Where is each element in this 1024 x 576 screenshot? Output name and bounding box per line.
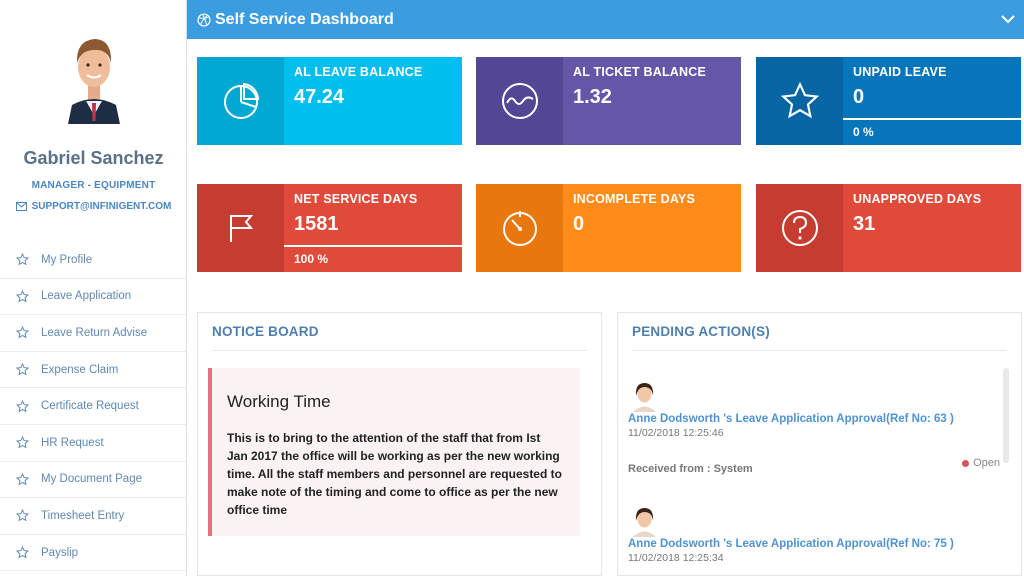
sidebar-item-label: Leave Application (41, 290, 132, 303)
star-icon (16, 289, 29, 303)
notice-item[interactable]: Working Time This is to bring to the att… (208, 368, 580, 536)
sidebar-item-label: Expense Claim (41, 363, 119, 376)
sidebar-item-label: Certificate Request (41, 400, 139, 413)
tile-value: 47.24 (294, 86, 345, 108)
sidebar-item-leave-return-advise[interactable]: Leave Return Advise (0, 315, 186, 352)
tile-value: 1581 (294, 213, 339, 235)
tile-net-service-days[interactable]: NET SERVICE DAYS 1581 100 % (197, 184, 462, 272)
user-email-text: SUPPORT@INFINIGENT.COM (31, 201, 172, 212)
sidebar-item-label: Timesheet Entry (41, 509, 125, 522)
tile-label: AL LEAVE BALANCE (294, 65, 423, 79)
notice-board-title: NOTICE BOARD (212, 324, 319, 339)
page-title: Self Service Dashboard (215, 10, 394, 28)
star-icon (16, 399, 29, 413)
star-icon (16, 436, 29, 449)
tile-value: 0 (573, 213, 585, 235)
tile-label: UNAPPROVED DAYS (853, 192, 982, 206)
pending-actions-panel: PENDING ACTION(S) Anne Dodsworth 's Leav… (617, 312, 1022, 576)
avatar (628, 504, 661, 537)
sidebar-item-label: My Document Page (41, 473, 142, 486)
star-icon (16, 472, 29, 486)
tile-icon-box (476, 57, 563, 145)
tile-value: 1.32 (573, 86, 612, 108)
sidebar-item-my-document-page[interactable]: My Document Page (0, 462, 186, 499)
star-outline-icon (780, 81, 819, 119)
scrollbar[interactable] (1003, 368, 1009, 463)
question-icon (781, 210, 818, 246)
tile-unapproved-days[interactable]: UNAPPROVED DAYS 31 (756, 184, 1021, 272)
divider (212, 350, 587, 351)
user-name: Gabriel Sanchez (23, 148, 164, 168)
tile-value: 31 (853, 213, 876, 235)
tile-footer: 0 % (843, 118, 1021, 145)
notice-board-panel: NOTICE BOARD Working Time This is to bri… (197, 312, 602, 576)
divider (632, 350, 1007, 351)
tile-label: AL TICKET BALANCE (573, 65, 707, 79)
tile-unpaid-leave[interactable]: UNPAID LEAVE 0 0 % (756, 57, 1021, 145)
tile-icon-box (197, 57, 284, 145)
tile-al-ticket-balance[interactable]: AL TICKET BALANCE 1.32 (476, 57, 741, 145)
dashboard-header: Self Service Dashboard (187, 0, 1024, 39)
pending-actions-title: PENDING ACTION(S) (632, 324, 770, 339)
dribbble-icon (197, 12, 211, 27)
flag-icon (229, 215, 253, 242)
pending-action-title[interactable]: Anne Dodsworth 's Leave Application Appr… (628, 538, 1000, 550)
tile-label: UNPAID LEAVE (853, 65, 947, 79)
sidebar-nav: My Profile Leave Application Leave Retur… (0, 242, 186, 572)
user-email[interactable]: SUPPORT@INFINIGENT.COM (0, 201, 187, 212)
star-icon (16, 546, 29, 559)
status-dot-icon (962, 459, 970, 467)
tile-label: NET SERVICE DAYS (294, 192, 418, 206)
pending-action-source: Received from : System (628, 463, 753, 475)
pending-action-time: 11/02/2018 12:25:46 (628, 427, 724, 439)
avatar (628, 379, 661, 412)
star-icon (16, 326, 29, 339)
sidebar-item-leave-application[interactable]: Leave Application (0, 279, 186, 316)
sidebar-item-expense-claim[interactable]: Expense Claim (0, 352, 186, 389)
chevron-down-icon[interactable] (1000, 11, 1016, 27)
pending-action-item[interactable]: Anne Dodsworth 's Leave Application Appr… (628, 504, 1000, 564)
tile-footer: 100 % (284, 245, 462, 272)
tile-al-leave-balance[interactable]: AL LEAVE BALANCE 47.24 (197, 57, 462, 145)
tile-label: INCOMPLETE DAYS (573, 192, 696, 206)
sidebar-item-timesheet-entry[interactable]: Timesheet Entry (0, 498, 186, 535)
tile-icon-box (476, 184, 563, 272)
wave-icon (501, 83, 538, 119)
sidebar-item-certificate-request[interactable]: Certificate Request (0, 388, 186, 425)
timer-icon (502, 211, 537, 246)
user-role: MANAGER - EQUIPMENT (31, 180, 156, 191)
pending-action-time: 11/02/2018 12:25:34 (628, 552, 724, 564)
sidebar: Gabriel Sanchez MANAGER - EQUIPMENT SUPP… (0, 0, 187, 576)
envelope-icon (15, 202, 27, 211)
pending-action-item[interactable]: Anne Dodsworth 's Leave Application Appr… (628, 379, 1000, 475)
tile-icon-box (756, 184, 843, 272)
notice-item-body: This is to bring to the attention of the… (227, 431, 562, 517)
tile-value: 0 (853, 86, 865, 108)
status-text: Open (973, 457, 1000, 469)
sidebar-item-payslip[interactable]: Payslip (0, 535, 186, 572)
pending-action-title[interactable]: Anne Dodsworth 's Leave Application Appr… (628, 413, 1000, 425)
pie-chart-icon (223, 82, 259, 119)
sidebar-item-label: Leave Return Advise (41, 326, 148, 339)
star-icon (16, 253, 29, 266)
notice-item-title: Working Time (227, 392, 331, 411)
status-badge: Open (962, 457, 1000, 469)
sidebar-item-label: Payslip (41, 546, 79, 559)
star-icon (16, 509, 29, 522)
sidebar-item-label: My Profile (41, 253, 93, 266)
tile-icon-box (756, 57, 843, 145)
avatar (62, 31, 126, 124)
sidebar-item-hr-request[interactable]: HR Request (0, 425, 186, 462)
tile-icon-box (197, 184, 284, 272)
tile-incomplete-days[interactable]: INCOMPLETE DAYS 0 (476, 184, 741, 272)
sidebar-item-my-profile[interactable]: My Profile (0, 242, 186, 279)
star-icon (16, 363, 29, 376)
sidebar-item-label: HR Request (41, 436, 104, 449)
